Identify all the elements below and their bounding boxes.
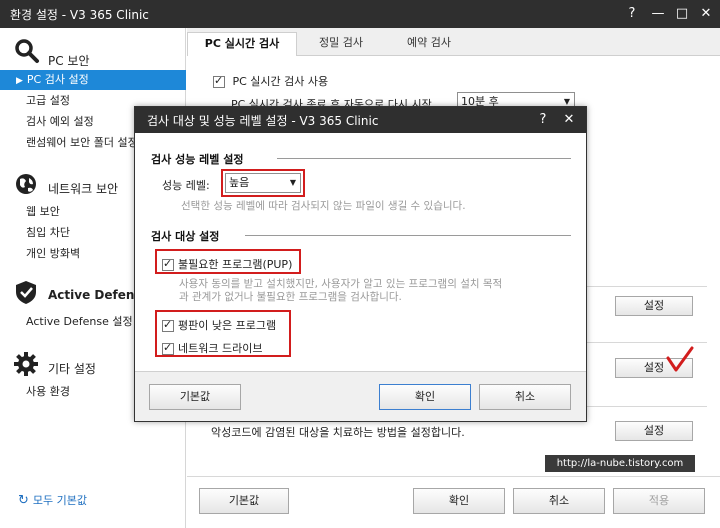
highlight-box <box>155 310 291 357</box>
pup-description-line-2: 과 관계가 없거나 불필요한 프로그램을 검사합니다. <box>179 291 402 303</box>
realtime-scan-checkbox[interactable] <box>213 74 225 88</box>
section-line <box>277 158 571 159</box>
settings-button-3[interactable]: 설정 <box>615 421 693 441</box>
dialog-title: 검사 대상 및 성능 레벨 설정 - V3 365 Clinic <box>147 114 379 128</box>
gear-icon <box>14 352 38 376</box>
highlight-box <box>221 169 305 197</box>
tab-pc-realtime-scan[interactable]: PC 실시간 검사 <box>187 32 297 56</box>
dialog-footer: 기본값 확인 취소 <box>135 371 586 421</box>
dialog-default-button[interactable]: 기본값 <box>149 384 241 410</box>
default-button[interactable]: 기본값 <box>199 488 289 514</box>
dialog-help-button[interactable]: ? <box>533 110 553 130</box>
settings-button-1[interactable]: 설정 <box>615 296 693 316</box>
highlight-box <box>155 249 301 274</box>
arrow-right-icon: ▶ <box>16 76 23 86</box>
tab-bar: PC 실시간 검사 정밀 검사 예약 검사 <box>187 28 720 56</box>
apply-button[interactable]: 적용 <box>613 488 705 514</box>
shield-check-icon <box>16 281 36 304</box>
dialog-close-button[interactable]: ✕ <box>559 110 579 130</box>
annotation-checkmark-icon <box>666 346 694 372</box>
help-button[interactable]: ? <box>622 4 642 24</box>
window-title: 환경 설정 - V3 365 Clinic <box>10 8 149 22</box>
main-titlebar: 환경 설정 - V3 365 Clinic ? — □ ✕ <box>0 0 720 28</box>
sidebar-section-label: 기타 설정 <box>48 362 96 376</box>
realtime-scan-label: PC 실시간 검사 사용 <box>232 75 329 88</box>
performance-description: 선택한 성능 레벨에 따라 검사되지 않는 파일이 생길 수 있습니다. <box>181 200 466 212</box>
target-section-title: 검사 대상 설정 <box>151 230 220 243</box>
pup-description-line-1: 사용자 동의를 받고 설치했지만, 사용자가 알고 있는 프로그램의 설치 목적 <box>179 278 503 290</box>
dialog-cancel-button[interactable]: 취소 <box>479 384 571 410</box>
sidebar-section-pc-security[interactable]: PC 보안 <box>14 38 186 68</box>
cancel-button[interactable]: 취소 <box>513 488 605 514</box>
watermark: http://la-nube.tistory.com <box>545 455 695 472</box>
section-line <box>245 235 571 236</box>
reset-icon: ↻ <box>18 493 29 508</box>
cure-description: 악성코드에 감염된 대상을 치료하는 방법을 설정합니다. <box>211 426 465 439</box>
tab-scheduled-scan[interactable]: 예약 검사 <box>387 32 471 56</box>
performance-section-title: 검사 성능 레벨 설정 <box>151 153 244 166</box>
sidebar-section-label: PC 보안 <box>48 54 90 68</box>
close-button[interactable]: ✕ <box>696 4 716 24</box>
reset-all-link[interactable]: ↻ 모두 기본값 <box>18 492 87 508</box>
magnifier-icon <box>15 39 39 63</box>
footer-divider <box>187 476 720 477</box>
tab-full-scan[interactable]: 정밀 검사 <box>299 32 383 56</box>
realtime-scan-option[interactable]: PC 실시간 검사 사용 <box>213 73 328 89</box>
ok-button[interactable]: 확인 <box>413 488 505 514</box>
sidebar-section-label: 네트워크 보안 <box>48 182 119 196</box>
performance-label: 성능 레벨: <box>162 179 210 192</box>
globe-icon <box>16 174 36 194</box>
scan-target-dialog: 검사 대상 및 성능 레벨 설정 - V3 365 Clinic ? ✕ 검사 … <box>134 106 587 422</box>
dialog-ok-button[interactable]: 확인 <box>379 384 471 410</box>
dialog-titlebar: 검사 대상 및 성능 레벨 설정 - V3 365 Clinic ? ✕ <box>135 107 586 133</box>
maximize-button[interactable]: □ <box>672 4 692 24</box>
minimize-button[interactable]: — <box>648 4 668 24</box>
sidebar-item-pc-scan-settings[interactable]: ▶ PC 검사 설정 <box>0 70 186 90</box>
